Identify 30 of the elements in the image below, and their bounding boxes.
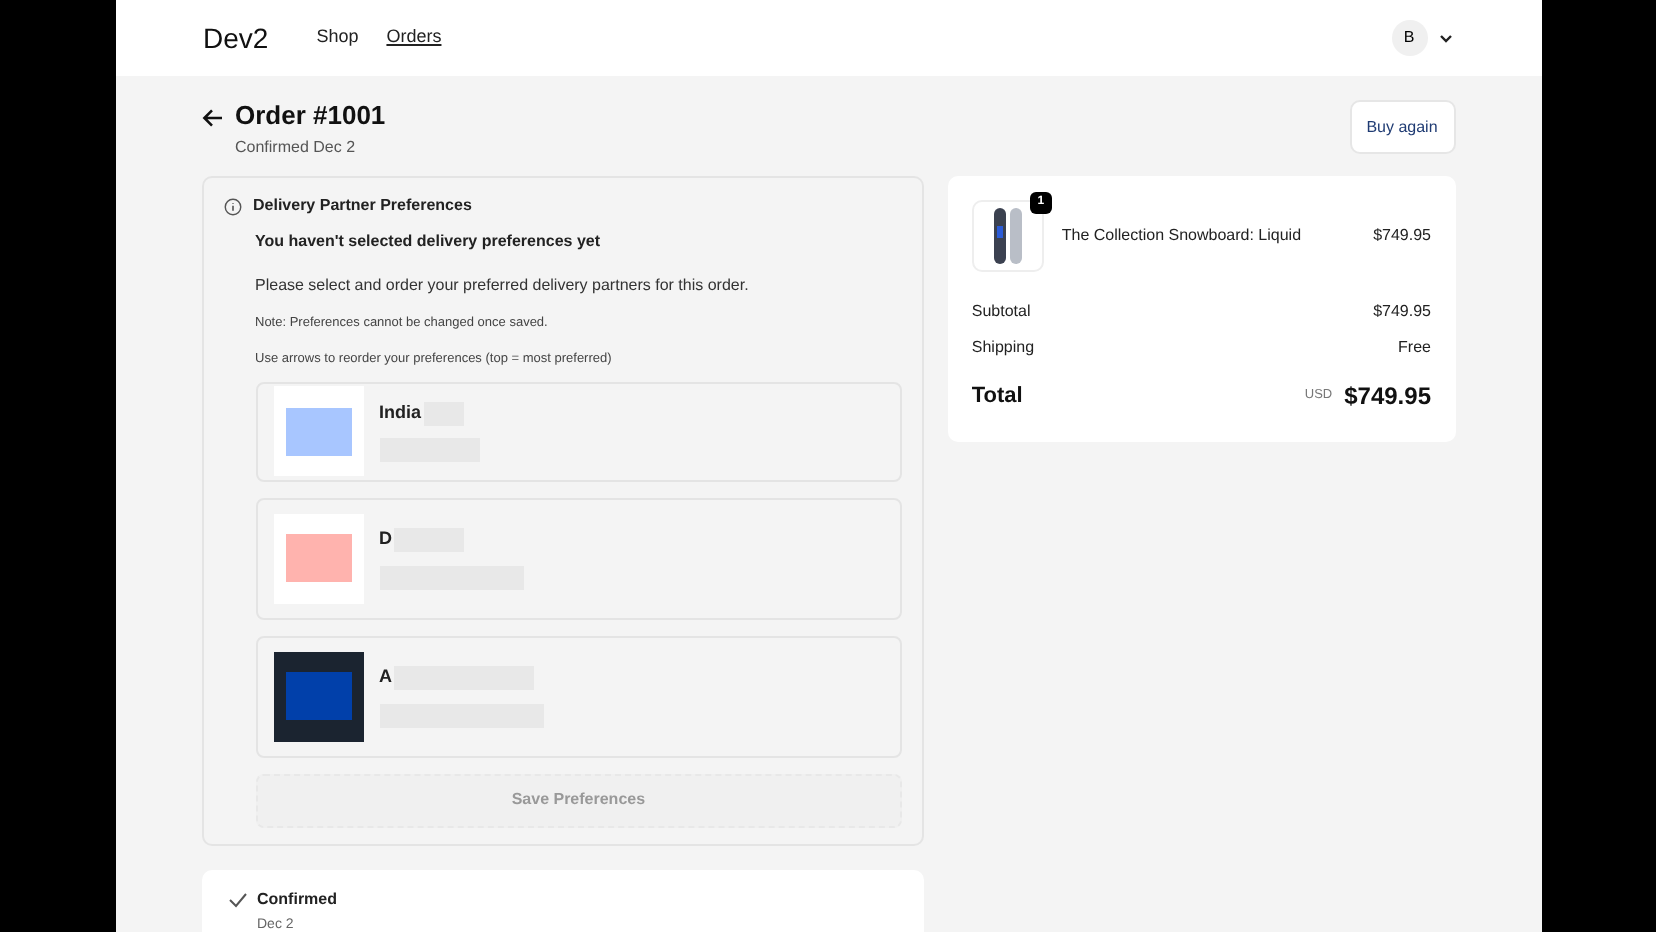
buy-again-button[interactable]: Buy again <box>1349 100 1455 154</box>
subtotal-label: Subtotal <box>971 300 1031 324</box>
partner-card[interactable]: India <box>255 381 902 481</box>
partner-card[interactable]: D <box>255 497 902 619</box>
subtotal-value: $749.95 <box>1373 300 1431 324</box>
back-arrow-icon[interactable] <box>201 108 223 128</box>
avatar[interactable]: B <box>1391 20 1427 56</box>
nav-link[interactable]: Shop <box>316 24 359 52</box>
product-price: $749.95 <box>1373 224 1431 248</box>
order-title: Order #1001 <box>235 100 386 132</box>
order-subtitle: Confirmed Dec 2 <box>235 136 358 160</box>
shipping-value: Free <box>1398 336 1431 360</box>
total-value: $749.95 <box>1344 380 1431 414</box>
partner-card[interactable]: A <box>255 635 902 757</box>
status-title: Confirmed <box>257 887 337 911</box>
panel-heading: You haven't selected delivery preferences yet <box>255 230 602 254</box>
partner-name: D <box>379 526 392 553</box>
info-icon <box>223 197 241 215</box>
nav-link[interactable]: Orders <box>386 24 442 52</box>
total-label: Total <box>971 381 1023 412</box>
panel-title: Delivery Partner Preferences <box>253 194 472 218</box>
snowboard-drawing <box>991 206 1024 266</box>
check-icon <box>227 891 247 907</box>
panel-description: Please select and order your preferred delivery partners for this order. <box>255 274 751 298</box>
partner-name: India <box>379 399 422 426</box>
product-name: The Collection Snowboard: Liquid <box>1061 224 1304 248</box>
partner-name: A <box>379 664 392 691</box>
chevron-down-icon[interactable] <box>1437 30 1453 46</box>
shipping-label: Shipping <box>971 336 1035 360</box>
store-logo[interactable]: Dev2 <box>203 17 269 59</box>
